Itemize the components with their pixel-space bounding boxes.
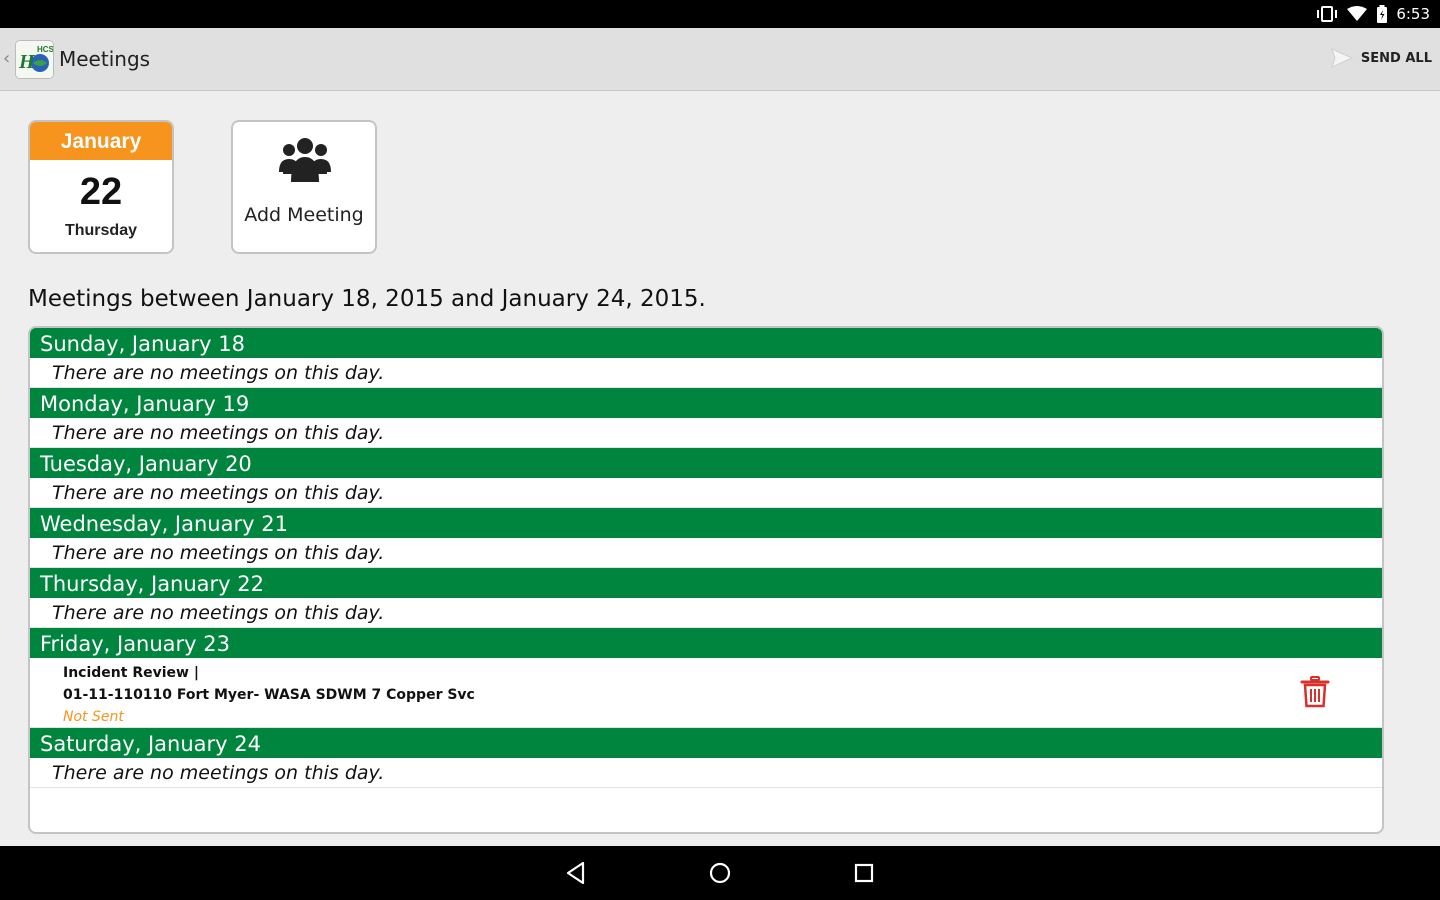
recents-icon[interactable] xyxy=(851,860,877,886)
date-range-heading: Meetings between January 18, 2015 and Ja… xyxy=(28,286,706,312)
no-meetings-text: There are no meetings on this day. xyxy=(30,358,1382,388)
no-meetings-text: There are no meetings on this day. xyxy=(30,598,1382,628)
svg-text:H: H xyxy=(18,51,36,73)
vibrate-icon xyxy=(1317,6,1338,22)
day-header: Tuesday, January 20 xyxy=(30,448,1382,478)
meeting-name: 01-11-110110 Fort Myer- WASA SDWM 7 Copp… xyxy=(63,687,475,703)
back-icon[interactable] xyxy=(563,860,589,886)
no-meetings-text: There are no meetings on this day. xyxy=(30,758,1382,788)
send-all-button[interactable]: SEND ALL xyxy=(1331,48,1432,68)
battery-icon xyxy=(1377,5,1388,23)
meeting-item[interactable]: Incident Review | 01-11-110110 Fort Myer… xyxy=(30,658,1382,728)
no-meetings-text: There are no meetings on this day. xyxy=(30,538,1382,568)
meeting-status: Not Sent xyxy=(63,709,124,725)
navigation-bar xyxy=(0,846,1440,900)
hcss-logo-icon: H HCSS xyxy=(16,41,54,78)
no-meetings-text: There are no meetings on this day. xyxy=(30,478,1382,508)
home-icon[interactable] xyxy=(707,860,733,886)
day-header: Friday, January 23 xyxy=(30,628,1382,658)
day-header: Monday, January 19 xyxy=(30,388,1382,418)
svg-text:HCSS: HCSS xyxy=(37,45,54,54)
group-icon xyxy=(279,138,331,182)
day-header: Sunday, January 18 xyxy=(30,328,1382,358)
meeting-type: Incident Review | xyxy=(63,665,199,681)
date-day: 22 xyxy=(79,171,123,213)
status-icons: 6:53 xyxy=(1316,4,1430,24)
date-card[interactable]: January 22 Thursday xyxy=(28,120,174,254)
date-weekday: Thursday xyxy=(64,222,137,239)
day-header: Wednesday, January 21 xyxy=(30,508,1382,538)
no-meetings-text: There are no meetings on this day. xyxy=(30,418,1382,448)
day-header: Thursday, January 22 xyxy=(30,568,1382,598)
status-bar: 6:53 xyxy=(0,0,1440,28)
meetings-list[interactable]: Sunday, January 18 There are no meetings… xyxy=(28,326,1384,834)
trash-icon[interactable] xyxy=(1300,676,1330,708)
send-icon xyxy=(1331,48,1353,68)
add-meeting-label: Add Meeting xyxy=(244,204,364,226)
app-bar: ‹ H HCSS Meetings SEND ALL xyxy=(0,28,1440,91)
date-month: January xyxy=(30,122,172,160)
add-meeting-button[interactable]: Add Meeting xyxy=(231,120,377,254)
send-all-label: SEND ALL xyxy=(1360,50,1432,66)
page-title: Meetings xyxy=(59,47,151,71)
status-time: 6:53 xyxy=(1396,5,1430,23)
day-header: Saturday, January 24 xyxy=(30,728,1382,758)
up-chevron-icon[interactable]: ‹ xyxy=(3,48,10,69)
wifi-icon xyxy=(1347,6,1368,21)
app-logo[interactable]: H HCSS xyxy=(15,40,54,79)
